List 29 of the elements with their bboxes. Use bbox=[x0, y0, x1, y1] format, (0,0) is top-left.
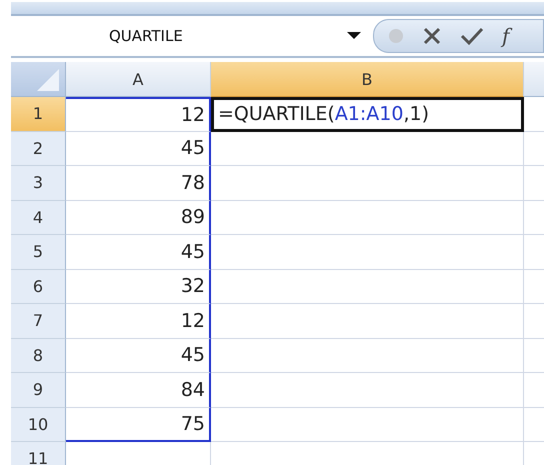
column-header[interactable]: A bbox=[66, 62, 211, 97]
table-cell: 78 bbox=[66, 166, 211, 200]
enter-icon[interactable] bbox=[460, 26, 484, 46]
table-cell: 32 bbox=[66, 270, 211, 304]
row-header[interactable]: 4 bbox=[11, 200, 66, 235]
dropdown-arrow-icon[interactable] bbox=[347, 32, 361, 40]
formula-cell: =QUARTILE(A1:A10,1) bbox=[211, 97, 524, 132]
table-cell: 89 bbox=[66, 200, 211, 235]
table-cell: 45 bbox=[66, 132, 211, 166]
row-header[interactable]: 3 bbox=[11, 166, 66, 200]
table-cell: 84 bbox=[66, 373, 211, 408]
row-header[interactable]: 2 bbox=[11, 132, 66, 166]
circle-icon bbox=[388, 28, 404, 44]
row-header[interactable]: 10 bbox=[11, 408, 66, 442]
name-box[interactable]: QUARTILE bbox=[11, 27, 331, 45]
row-header[interactable]: 8 bbox=[11, 338, 66, 373]
cancel-icon[interactable] bbox=[422, 26, 442, 46]
table-cell: 12 bbox=[66, 97, 211, 132]
row-header[interactable]: 7 bbox=[11, 304, 66, 338]
row-header[interactable]: 9 bbox=[11, 373, 66, 408]
row-header[interactable]: 6 bbox=[11, 270, 66, 304]
row-header[interactable]: 5 bbox=[11, 235, 66, 270]
row-header[interactable]: 1 bbox=[11, 97, 66, 132]
table-cell: 12 bbox=[66, 304, 211, 338]
row-header[interactable]: 11 bbox=[11, 442, 66, 465]
table-cell: 45 bbox=[66, 235, 211, 270]
table-cell: 75 bbox=[66, 408, 211, 442]
column-header[interactable]: B bbox=[211, 62, 524, 97]
table-cell: 45 bbox=[66, 338, 211, 373]
